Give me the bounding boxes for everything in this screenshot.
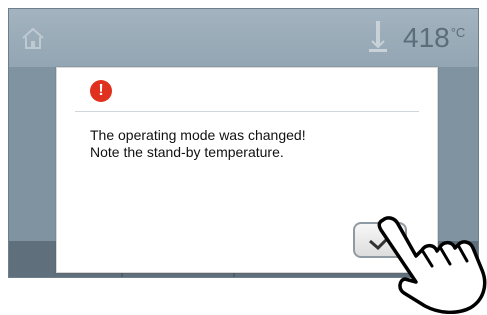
thermometer-icon: [369, 21, 387, 52]
temperature-readout: 418°C: [403, 22, 465, 54]
temperature-value: 418: [403, 22, 450, 53]
message-line-2: Note the stand-by temperature.: [90, 144, 284, 160]
pointing-hand-icon: [377, 216, 487, 314]
dialog-message: The operating mode was changed! Note the…: [90, 127, 306, 161]
exclamation-icon: !: [90, 80, 112, 102]
temperature-unit: °C: [450, 25, 466, 40]
home-icon[interactable]: [21, 27, 45, 49]
dialog-divider: [75, 111, 419, 112]
message-line-1: The operating mode was changed!: [90, 127, 306, 143]
status-bar: 418°C: [9, 9, 478, 67]
